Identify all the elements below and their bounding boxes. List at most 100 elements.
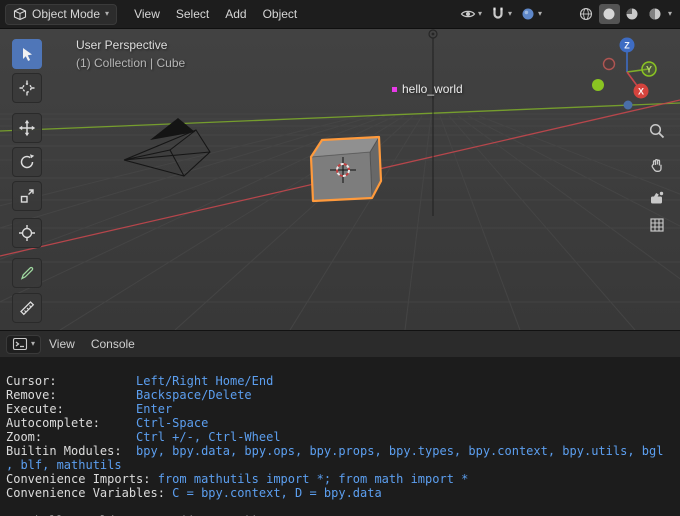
console-text: bpy, bpy.data, bpy.ops, bpy.props, bpy.t… [136, 444, 663, 458]
chevron-down-icon: ▾ [538, 10, 542, 18]
gizmo-x-label: X [638, 87, 644, 97]
3d-cursor-icon [18, 79, 36, 97]
console-text: Convenience Imports: [6, 472, 158, 486]
console-text: Left/Right Home/End [136, 374, 273, 388]
console-line: Autocomplete: Ctrl-Space [6, 416, 680, 430]
magnifier-icon [648, 122, 666, 140]
measure-tool[interactable] [12, 293, 42, 323]
console-text: Builtin Modules: [6, 444, 136, 458]
object-name-label[interactable]: hello_world [392, 82, 463, 96]
cursor-tool[interactable] [12, 73, 42, 103]
menu-view[interactable]: View [126, 4, 168, 24]
move-tool[interactable] [12, 113, 42, 143]
camera-icon [648, 189, 666, 207]
navigation-gizmo[interactable]: Z Y X [590, 36, 666, 114]
console-text: Ctrl +/-, Ctrl-Wheel [136, 430, 281, 444]
console-line: , blf, mathutils [6, 458, 680, 472]
mode-dropdown-label: Object Mode [32, 7, 100, 21]
wireframe-sphere-icon [578, 6, 594, 22]
annotate-tool[interactable] [12, 258, 42, 288]
rotate-tool[interactable] [12, 147, 42, 177]
console-lines: Cursor: Left/Right Home/EndRemove: Backs… [0, 374, 680, 516]
menu-select[interactable]: Select [168, 4, 217, 24]
console-text: Enter [136, 402, 172, 416]
console-line: Convenience Variables: C = bpy.context, … [6, 486, 680, 500]
chevron-down-icon: ▾ [31, 340, 35, 348]
blender-window: Object Mode ▾ View Select Add Object ▾ [0, 0, 680, 516]
shading-material-button[interactable] [622, 4, 643, 24]
console-text: from mathutils import *; from math impor… [158, 472, 469, 486]
object-name-text: hello_world [402, 82, 463, 96]
gizmo-y-ball[interactable]: Y [642, 62, 656, 76]
shading-solid-button[interactable] [599, 4, 620, 24]
console-text: , blf, mathutils [6, 458, 122, 472]
proportional-editing-dropdown[interactable]: ▾ [520, 6, 542, 22]
shading-dropdown-chevron[interactable]: ▾ [668, 10, 672, 18]
axis-y-line [0, 103, 680, 131]
console-text: Zoom: [6, 430, 136, 444]
editor-type-dropdown[interactable]: ▾ [6, 335, 41, 354]
console-line: Builtin Modules: bpy, bpy.data, bpy.ops,… [6, 444, 680, 458]
pen-icon [18, 264, 36, 282]
console-menu-console[interactable]: Console [83, 334, 143, 354]
camera-view-button[interactable] [644, 185, 670, 211]
snap-dropdown[interactable]: ▾ [490, 6, 512, 22]
console-line: Convenience Imports: from mathutils impo… [6, 472, 680, 486]
camera-object[interactable] [124, 118, 210, 176]
scale-icon [18, 187, 36, 205]
gizmo-neg-z-ball[interactable] [624, 101, 633, 110]
pan-view-button[interactable] [644, 152, 670, 178]
scale-tool[interactable] [12, 181, 42, 211]
console-text: Convenience Variables: [6, 486, 172, 500]
mode-dropdown[interactable]: Object Mode ▾ [5, 4, 117, 25]
rotate-icon [18, 153, 36, 171]
header-right-controls: ▾ ▾ ▾ [460, 0, 672, 28]
gizmo-y-label: Y [646, 65, 652, 75]
python-console[interactable]: Cursor: Left/Right Home/EndRemove: Backs… [0, 356, 680, 516]
solid-sphere-icon [601, 6, 617, 22]
console-menu-view[interactable]: View [41, 334, 83, 354]
object-visibility-dropdown[interactable]: ▾ [460, 6, 482, 22]
chevron-down-icon: ▾ [478, 10, 482, 18]
console-text: C = bpy.context, D = bpy.data [172, 486, 382, 500]
toggle-ortho-button[interactable] [644, 212, 670, 238]
console-line [6, 500, 680, 514]
select-box-tool[interactable] [12, 39, 42, 69]
viewport-3d[interactable]: User Perspective (1) Collection | Cube h… [0, 28, 680, 330]
gizmo-x-ball[interactable]: X [634, 84, 649, 99]
console-text: Autocomplete: [6, 416, 136, 430]
console-text: Remove: [6, 388, 136, 402]
grid-icon [648, 216, 666, 234]
magnet-icon [490, 6, 506, 22]
gizmo-z-label: Z [624, 41, 630, 51]
empty-origin-dot [392, 87, 397, 92]
rendered-sphere-icon [647, 6, 663, 22]
top-header: Object Mode ▾ View Select Add Object ▾ [0, 0, 680, 29]
menu-add[interactable]: Add [217, 4, 254, 24]
menu-object[interactable]: Object [255, 4, 306, 24]
console-line: Cursor: Left/Right Home/End [6, 374, 680, 388]
material-sphere-icon [624, 6, 640, 22]
move-arrows-icon [18, 119, 36, 137]
gizmo-neg-x-ball[interactable] [604, 59, 615, 70]
cube-object[interactable] [311, 137, 381, 201]
console-text: Execute: [6, 402, 136, 416]
gizmo-pos-y-ball[interactable] [592, 79, 604, 91]
viewport-canvas[interactable] [0, 28, 680, 330]
cursor-arrow-icon [18, 45, 36, 63]
transform-tool[interactable] [12, 218, 42, 248]
hand-icon [648, 156, 666, 174]
eye-icon [460, 6, 476, 22]
collection-breadcrumb: (1) Collection | Cube [76, 56, 185, 70]
gizmo-z-ball[interactable]: Z [620, 38, 635, 53]
shading-rendered-button[interactable] [645, 4, 666, 24]
menubar: View Select Add Object [126, 4, 305, 24]
console-text: Backspace/Delete [136, 388, 252, 402]
shading-wireframe-button[interactable] [576, 4, 597, 24]
zoom-view-button[interactable] [644, 118, 670, 144]
ruler-icon [18, 299, 36, 317]
chevron-down-icon: ▾ [508, 10, 512, 18]
chevron-down-icon: ▾ [105, 10, 109, 18]
object-mode-icon [13, 7, 27, 21]
console-line: Execute: Enter [6, 402, 680, 416]
